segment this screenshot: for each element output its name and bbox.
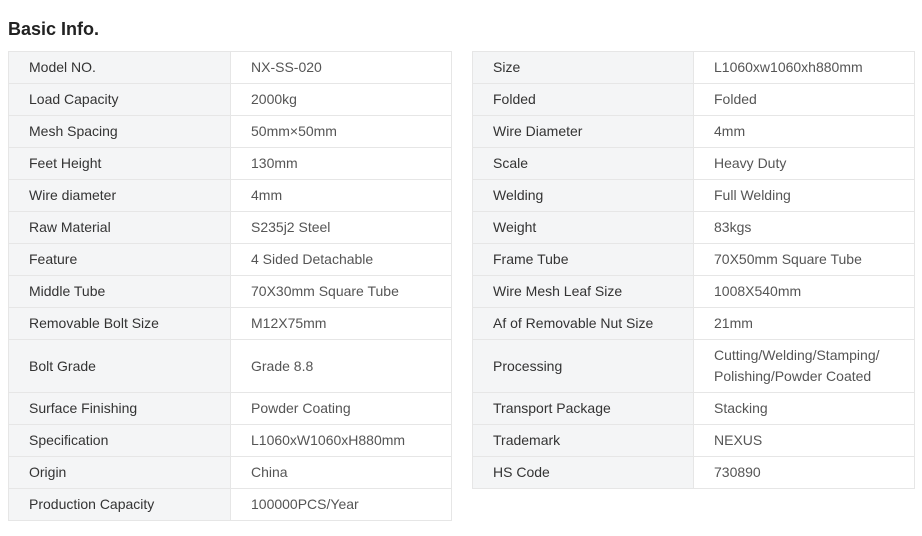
spec-key: Welding	[472, 179, 694, 212]
spec-value: China	[230, 456, 452, 489]
spec-value: Folded	[693, 83, 915, 116]
spec-value: NX-SS-020	[230, 51, 452, 84]
spec-value: NEXUS	[693, 424, 915, 457]
table-row: Removable Bolt Size M12X75mm	[8, 307, 452, 340]
table-row: Wire Mesh Leaf Size 1008X540mm	[472, 275, 915, 308]
spec-key: Wire Diameter	[472, 115, 694, 148]
spec-value: 100000PCS/Year	[230, 488, 452, 521]
table-row: Mesh Spacing 50mm×50mm	[8, 115, 452, 148]
spec-value: 4mm	[693, 115, 915, 148]
spec-key: Bolt Grade	[8, 339, 231, 393]
table-row: Af of Removable Nut Size 21mm	[472, 307, 915, 340]
spec-key: Folded	[472, 83, 694, 116]
spec-value: 130mm	[230, 147, 452, 180]
spec-key: Surface Finishing	[8, 392, 231, 425]
spec-value: L1060xw1060xh880mm	[693, 51, 915, 84]
table-row: Feet Height 130mm	[8, 147, 452, 180]
table-row: Folded Folded	[472, 83, 915, 116]
spec-value: 70X30mm Square Tube	[230, 275, 452, 308]
spec-key: Production Capacity	[8, 488, 231, 521]
table-row: Transport Package Stacking	[472, 392, 915, 425]
table-row: Weight 83kgs	[472, 211, 915, 244]
spec-key: Processing	[472, 339, 694, 393]
spec-value: 83kgs	[693, 211, 915, 244]
spec-table-left: Model NO. NX-SS-020 Load Capacity 2000kg M…	[8, 51, 452, 521]
spec-value: L1060xW1060xH880mm	[230, 424, 452, 457]
table-row: Production Capacity 100000PCS/Year	[8, 488, 452, 521]
table-row: Origin China	[8, 456, 452, 489]
table-row: Model NO. NX-SS-020	[8, 51, 452, 84]
table-row: Wire Diameter 4mm	[472, 115, 915, 148]
spec-key: Removable Bolt Size	[8, 307, 231, 340]
spec-table-right: Size L1060xw1060xh880mm Folded Folded Wire…	[472, 51, 915, 489]
spec-key: Frame Tube	[472, 243, 694, 276]
spec-value: Heavy Duty	[693, 147, 915, 180]
spec-key: Specification	[8, 424, 231, 457]
table-row: Size L1060xw1060xh880mm	[472, 51, 915, 84]
spec-key: Scale	[472, 147, 694, 180]
table-row: HS Code 730890	[472, 456, 915, 489]
spec-key: Model NO.	[8, 51, 231, 84]
table-row: Specification L1060xW1060xH880mm	[8, 424, 452, 457]
spec-value: S235j2 Steel	[230, 211, 452, 244]
spec-key: Weight	[472, 211, 694, 244]
spec-value: Full Welding	[693, 179, 915, 212]
table-row: Wire diameter 4mm	[8, 179, 452, 212]
spec-value: Powder Coating	[230, 392, 452, 425]
spec-value: Cutting/Welding/Stamping/ Polishing/Powd…	[693, 339, 915, 393]
table-row: Feature 4 Sided Detachable	[8, 243, 452, 276]
spec-value: 2000kg	[230, 83, 452, 116]
table-row: Frame Tube 70X50mm Square Tube	[472, 243, 915, 276]
spec-key: Middle Tube	[8, 275, 231, 308]
spec-value: 730890	[693, 456, 915, 489]
spec-key: Wire diameter	[8, 179, 231, 212]
spec-value: 4 Sided Detachable	[230, 243, 452, 276]
spec-key: HS Code	[472, 456, 694, 489]
spec-key: Feature	[8, 243, 231, 276]
table-row: Bolt Grade Grade 8.8	[8, 339, 452, 393]
spec-key: Size	[472, 51, 694, 84]
table-row: Welding Full Welding	[472, 179, 915, 212]
table-row: Trademark NEXUS	[472, 424, 915, 457]
section-title: Basic Info.	[8, 19, 100, 39]
spec-value: 50mm×50mm	[230, 115, 452, 148]
table-row: Processing Cutting/Welding/Stamping/ Poli…	[472, 339, 915, 393]
table-row: Load Capacity 2000kg	[8, 83, 452, 116]
spec-value: 21mm	[693, 307, 915, 340]
spec-key: Mesh Spacing	[8, 115, 231, 148]
table-row: Surface Finishing Powder Coating	[8, 392, 452, 425]
spec-key: Raw Material	[8, 211, 231, 244]
spec-value: M12X75mm	[230, 307, 452, 340]
spec-value: 1008X540mm	[693, 275, 915, 308]
spec-value: Grade 8.8	[230, 339, 452, 393]
table-row: Scale Heavy Duty	[472, 147, 915, 180]
table-row: Raw Material S235j2 Steel	[8, 211, 452, 244]
spec-value: Stacking	[693, 392, 915, 425]
spec-key: Feet Height	[8, 147, 231, 180]
spec-value: 4mm	[230, 179, 452, 212]
spec-key: Trademark	[472, 424, 694, 457]
spec-key: Origin	[8, 456, 231, 489]
spec-key: Transport Package	[472, 392, 694, 425]
spec-key: Load Capacity	[8, 83, 231, 116]
table-row: Middle Tube 70X30mm Square Tube	[8, 275, 452, 308]
spec-value: 70X50mm Square Tube	[693, 243, 915, 276]
spec-key: Wire Mesh Leaf Size	[472, 275, 694, 308]
spec-key: Af of Removable Nut Size	[472, 307, 694, 340]
